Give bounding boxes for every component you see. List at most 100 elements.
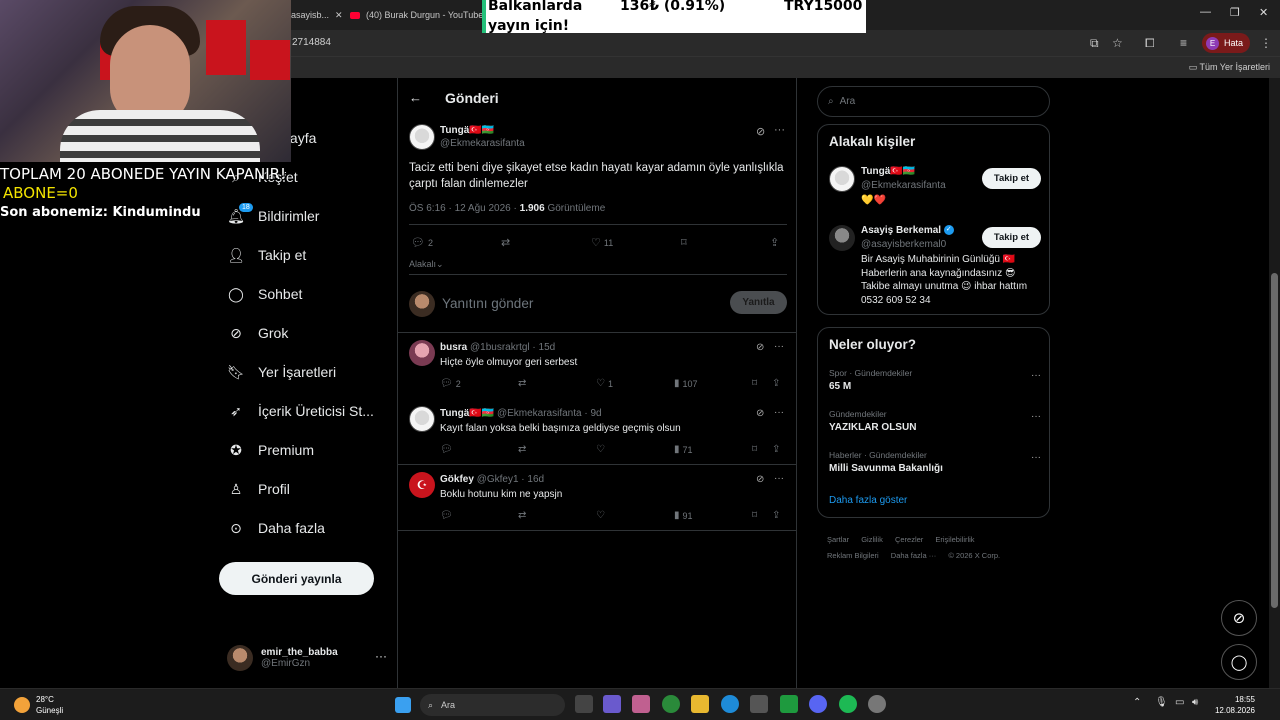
bookmark-action[interactable]: ⌑: [752, 378, 757, 389]
list-item[interactable]: Tungä🇹🇷🇦🇿 @Ekmekarasifanta · 9d ⊘ ··· Ka…: [398, 400, 796, 464]
grok-fab-icon[interactable]: ⊘: [1221, 600, 1257, 636]
back-arrow-icon[interactable]: ←: [409, 90, 422, 105]
views-action[interactable]: ▮ 71: [674, 444, 693, 455]
more-icon[interactable]: ···: [1031, 411, 1041, 422]
share-action[interactable]: ⇪: [772, 378, 780, 389]
window-close-icon[interactable]: ✕: [1259, 6, 1268, 19]
grok-icon[interactable]: ⊘: [756, 342, 764, 353]
xbox-icon[interactable]: [780, 695, 798, 713]
repost-action[interactable]: ⇄: [518, 510, 526, 521]
settings-icon[interactable]: [868, 695, 886, 713]
task-view-icon[interactable]: [575, 695, 593, 713]
list-item[interactable]: ☪ Gökfey @Gkfey1 · 16d ⊘ ··· Boklu hotun…: [398, 466, 796, 530]
footer-link[interactable]: Reklam Bilgileri: [827, 551, 879, 560]
file-explorer-icon[interactable]: [691, 695, 709, 713]
more-icon[interactable]: ···: [1031, 452, 1041, 463]
more-icon[interactable]: ···: [774, 124, 785, 136]
views-action[interactable]: ▮ 91: [674, 510, 693, 521]
like-action[interactable]: ♡ 1: [596, 378, 613, 389]
post-author-handle[interactable]: @Ekmekarasifanta: [440, 138, 525, 149]
reply-author-name[interactable]: Tungä🇹🇷🇦🇿: [440, 408, 494, 419]
close-icon[interactable]: ✕: [335, 10, 343, 21]
nav-grok[interactable]: ⊘ Grok: [227, 319, 288, 347]
nav-chat[interactable]: ◯ Sohbet: [227, 280, 302, 308]
browser-tab-youtube[interactable]: (40) Burak Durgun - YouTube: [350, 4, 483, 26]
minimize-icon[interactable]: —: [1200, 6, 1211, 18]
grok-icon[interactable]: ⊘: [756, 408, 764, 419]
trend-item[interactable]: Spor · Gündemdekiler 65 M ···: [829, 368, 1041, 398]
reply-action[interactable]: 💬︎ 2: [411, 236, 433, 249]
footer-link[interactable]: Şartlar: [827, 535, 849, 544]
trend-item[interactable]: Gündemdekiler YAZIKLAR OLSUN ···: [829, 409, 1041, 439]
post-button[interactable]: Gönderi yayınla: [219, 562, 374, 595]
cast-icon[interactable]: ⧉: [1090, 36, 1099, 51]
chevron-up-icon[interactable]: ⌃: [1133, 697, 1141, 708]
reply-button[interactable]: Yanıtla: [730, 291, 787, 314]
reply-action[interactable]: 💬︎: [440, 444, 453, 455]
reply-action[interactable]: 💬︎: [440, 510, 453, 521]
share-action[interactable]: ⇪: [772, 444, 780, 455]
repost-action[interactable]: ⇄: [518, 444, 526, 455]
app-icon[interactable]: [603, 695, 621, 713]
nav-premium[interactable]: ✪ Premium: [227, 436, 314, 464]
scrollbar-thumb[interactable]: [1271, 273, 1278, 608]
footer-link[interactable]: Çerezler: [895, 535, 923, 544]
scrollbar[interactable]: [1269, 78, 1280, 688]
views-action[interactable]: ▮ 107: [674, 378, 698, 389]
account-switcher[interactable]: emir_the_babba @EmirGzn ···: [227, 643, 387, 673]
footer-link[interactable]: Daha fazla ···: [891, 551, 936, 560]
post-author-name[interactable]: Tungä🇹🇷🇦🇿: [440, 125, 494, 136]
extensions-icon[interactable]: ⧠: [1145, 36, 1155, 51]
nav-notifications[interactable]: 🔔︎ 18 Bildirimler: [227, 202, 319, 230]
person-item[interactable]: Tungä🇹🇷🇦🇿 @Ekmekarasifanta 💛❤️ Takip et: [829, 166, 1041, 210]
reading-list-icon[interactable]: ≡: [1180, 36, 1187, 50]
nav-follow[interactable]: 👤︎ Takip et: [227, 241, 306, 269]
star-icon[interactable]: ☆: [1112, 36, 1123, 50]
repost-action[interactable]: ⇄: [501, 236, 510, 249]
avatar[interactable]: ☪: [409, 472, 435, 498]
bookmark-action[interactable]: ⌑: [752, 444, 757, 455]
list-item[interactable]: busra @1busrakrtgl · 15d ⊘ ··· Hiçte öyl…: [398, 334, 796, 398]
share-action[interactable]: ⇪: [770, 236, 779, 249]
network-icon[interactable]: ▭: [1175, 697, 1184, 708]
repost-action[interactable]: ⇄: [518, 378, 526, 389]
person-item[interactable]: Asayiş Berkemal ✓ @asayisberkemal0 Bir A…: [829, 225, 1041, 309]
menu-icon[interactable]: ⋮: [1260, 36, 1272, 50]
avatar[interactable]: [409, 124, 435, 150]
show-more-link[interactable]: Daha fazla göster: [829, 495, 907, 506]
weather-widget[interactable]: 28°C Güneşli: [14, 694, 63, 716]
bookmark-action[interactable]: ⌑: [752, 510, 757, 521]
spotify-icon[interactable]: [839, 695, 857, 713]
reply-input[interactable]: Yanıtını gönder: [442, 296, 533, 311]
footer-link[interactable]: Gizlilik: [861, 535, 883, 544]
url-field[interactable]: 2714884: [292, 37, 331, 48]
like-action[interactable]: ♡ 11: [591, 236, 613, 249]
edge-icon[interactable]: [721, 695, 739, 713]
share-action[interactable]: ⇪: [772, 510, 780, 521]
sort-replies[interactable]: Alakalı⌄: [409, 259, 444, 270]
discord-icon[interactable]: [809, 695, 827, 713]
reply-action[interactable]: 💬︎ 2: [440, 378, 461, 389]
trend-item[interactable]: Haberler · Gündemdekiler Milli Savunma B…: [829, 450, 1041, 480]
volume-icon[interactable]: 🔊︎: [1192, 697, 1198, 708]
nav-profile[interactable]: ♙ Profil: [227, 475, 290, 503]
nav-bookmarks[interactable]: 🔖︎ Yer İşaretleri: [227, 358, 336, 386]
search-input[interactable]: ⌕ Ara: [817, 86, 1050, 117]
messages-fab-icon[interactable]: ◯: [1221, 644, 1257, 680]
grok-icon[interactable]: ⊘: [756, 125, 765, 138]
footer-link[interactable]: Erişilebilirlik: [935, 535, 974, 544]
bookmark-action[interactable]: ⌑: [681, 236, 687, 249]
follow-button[interactable]: Takip et: [982, 168, 1041, 189]
follow-button[interactable]: Takip et: [982, 227, 1041, 248]
reply-author-name[interactable]: busra: [440, 342, 467, 353]
like-action[interactable]: ♡: [596, 510, 605, 521]
avatar[interactable]: [409, 340, 435, 366]
like-action[interactable]: ♡: [596, 444, 605, 455]
chrome-icon[interactable]: [662, 695, 680, 713]
microphone-icon[interactable]: 🎙︎: [1155, 697, 1168, 708]
more-icon[interactable]: ···: [1031, 370, 1041, 381]
maximize-icon[interactable]: ❐: [1230, 6, 1240, 19]
taskbar-search[interactable]: ⌕ Ara: [420, 694, 565, 716]
windows-start-icon[interactable]: [395, 697, 411, 713]
avatar[interactable]: [409, 406, 435, 432]
